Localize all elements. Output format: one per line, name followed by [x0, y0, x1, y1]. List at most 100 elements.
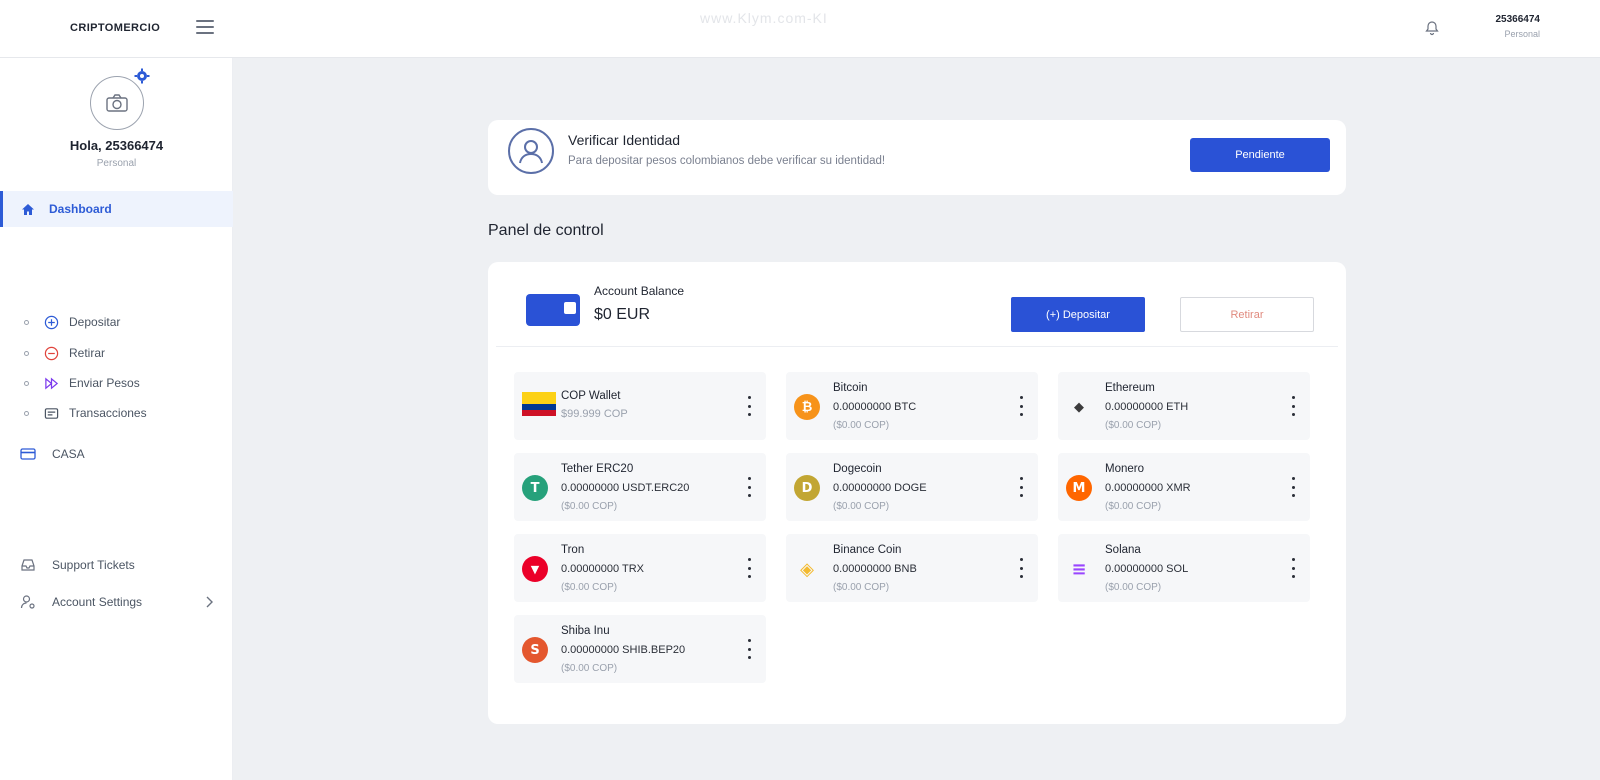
control-panel: Account Balance $0 EUR (+) Depositar Ret…: [488, 262, 1346, 724]
sidebar-item-depositar[interactable]: Depositar: [0, 309, 233, 335]
asset-balance: 0.00000000 SOL: [1105, 563, 1189, 575]
verify-title: Verificar Identidad: [568, 132, 681, 148]
asset-card-tron[interactable]: ▼ Tron 0.00000000 TRX ($0.00 COP): [514, 534, 766, 602]
sidebar-item-support-tickets[interactable]: Support Tickets: [0, 552, 233, 578]
asset-card-solana[interactable]: ≡ Solana 0.00000000 SOL ($0.00 COP): [1058, 534, 1310, 602]
more-options-icon[interactable]: [1288, 477, 1298, 497]
sidebar-item-label: CASA: [52, 447, 85, 461]
verify-identity-card: Verificar Identidad Para depositar pesos…: [488, 120, 1346, 195]
asset-name: Binance Coin: [833, 544, 902, 556]
sidebar-item-retirar[interactable]: Retirar: [0, 340, 233, 366]
asset-card-shiba-inu[interactable]: S Shiba Inu 0.00000000 SHIB.BEP20 ($0.00…: [514, 615, 766, 683]
more-options-icon[interactable]: [1016, 396, 1026, 416]
asset-balance: 0.00000000 BTC: [833, 401, 917, 413]
more-options-icon[interactable]: [1016, 558, 1026, 578]
asset-card-bitcoin[interactable]: ₿ Bitcoin 0.00000000 BTC ($0.00 COP): [786, 372, 1038, 440]
sidebar-item-enviar-pesos[interactable]: Enviar Pesos: [0, 370, 233, 396]
gear-icon[interactable]: [134, 68, 150, 84]
asset-card-binance-coin[interactable]: ◈ Binance Coin 0.00000000 BNB ($0.00 COP…: [786, 534, 1038, 602]
avatar[interactable]: [90, 76, 144, 130]
deposit-button[interactable]: (+) Depositar: [1011, 297, 1145, 332]
binance-icon: ◈: [800, 558, 814, 580]
asset-name: Monero: [1105, 463, 1144, 475]
sidebar-item-label: Support Tickets: [52, 558, 135, 572]
asset-name: Dogecoin: [833, 463, 882, 475]
withdraw-button[interactable]: Retirar: [1180, 297, 1314, 332]
asset-value: ($0.00 COP): [833, 420, 890, 431]
asset-balance: 0.00000000 XMR: [1105, 482, 1191, 494]
more-options-icon[interactable]: [1288, 558, 1298, 578]
menu-toggle-icon[interactable]: [196, 20, 214, 34]
asset-balance: 0.00000000 USDT.ERC20: [561, 482, 690, 494]
sidebar-item-transacciones[interactable]: Transacciones: [0, 400, 233, 426]
asset-balance: 0.00000000 SHIB.BEP20: [561, 644, 686, 656]
asset-name: Tron: [561, 544, 585, 556]
asset-balance: $99.999 COP: [561, 408, 628, 420]
asset-value: ($0.00 COP): [561, 501, 618, 512]
plus-circle-icon: [44, 315, 59, 329]
tether-icon: T: [522, 475, 548, 501]
asset-value: ($0.00 COP): [1105, 582, 1162, 593]
asset-value: ($0.00 COP): [561, 663, 618, 674]
sidebar-item-casa[interactable]: CASA: [0, 441, 233, 467]
brand-logo[interactable]: CRIPTOMERCIO: [70, 22, 160, 34]
more-options-icon[interactable]: [1288, 396, 1298, 416]
sidebar: Hola, 25366474 Personal Dashboard Deposi…: [0, 58, 233, 780]
asset-balance: 0.00000000 BNB: [833, 563, 917, 575]
user-profile-icon: [508, 128, 554, 174]
send-arrows-icon: [45, 377, 59, 389]
sidebar-item-label: Dashboard: [49, 202, 112, 216]
ethereum-icon: ◆: [1074, 399, 1084, 415]
bullet: [24, 410, 29, 416]
more-options-icon[interactable]: [744, 639, 754, 659]
balance-value: $0 EUR: [594, 306, 651, 323]
user-id: 25366474: [1495, 14, 1541, 25]
more-options-icon[interactable]: [744, 558, 754, 578]
asset-card-monero[interactable]: M Monero 0.00000000 XMR ($0.00 COP): [1058, 453, 1310, 521]
asset-value: ($0.00 COP): [833, 582, 890, 593]
balance-label: Account Balance: [594, 284, 685, 298]
asset-card-tether[interactable]: T Tether ERC20 0.00000000 USDT.ERC20 ($0…: [514, 453, 766, 521]
sidebar-item-label: Account Settings: [52, 595, 143, 609]
asset-value: ($0.00 COP): [1105, 501, 1162, 512]
more-options-icon[interactable]: [744, 477, 754, 497]
dogecoin-icon: D: [794, 475, 820, 501]
asset-balance: 0.00000000 DOGE: [833, 482, 927, 494]
tron-icon: ▼: [522, 556, 548, 582]
more-options-icon[interactable]: [744, 396, 754, 416]
asset-value: ($0.00 COP): [561, 582, 618, 593]
sidebar-item-label: Enviar Pesos: [69, 376, 140, 390]
user-role: Personal: [1504, 29, 1540, 39]
asset-balance: 0.00000000 ETH: [1105, 401, 1189, 413]
sidebar-item-account-settings[interactable]: Account Settings: [0, 589, 233, 615]
sidebar-item-label: Depositar: [69, 315, 121, 329]
shiba-inu-icon: S: [522, 637, 548, 663]
greeting: Hola, 25366474: [69, 138, 164, 153]
pending-button[interactable]: Pendiente: [1190, 138, 1330, 172]
sidebar-item-dashboard[interactable]: Dashboard: [0, 191, 233, 227]
asset-card-dogecoin[interactable]: D Dogecoin 0.00000000 DOGE ($0.00 COP): [786, 453, 1038, 521]
user-menu[interactable]: 25366474 Personal: [1496, 14, 1541, 39]
home-icon: [22, 203, 34, 215]
more-options-icon[interactable]: [1016, 477, 1026, 497]
asset-card-ethereum[interactable]: ◆ Ethereum 0.00000000 ETH ($0.00 COP): [1058, 372, 1310, 440]
asset-name: Solana: [1105, 544, 1141, 556]
page-title: Panel de control: [488, 222, 604, 239]
account-type: Personal: [96, 158, 137, 169]
asset-name: COP Wallet: [561, 390, 621, 402]
bullet: [24, 350, 29, 356]
monero-icon: M: [1066, 475, 1092, 501]
watermark-url: www.Klym.com-KI: [700, 10, 828, 26]
asset-card-cop-wallet[interactable]: COP Wallet $99.999 COP: [514, 372, 766, 440]
asset-name: Tether ERC20: [561, 463, 634, 475]
colombia-flag-icon: [522, 392, 556, 416]
verify-subtitle: Para depositar pesos colombianos debe ve…: [568, 155, 886, 167]
bullet: [24, 380, 29, 386]
sidebar-item-label: Retirar: [69, 346, 106, 360]
asset-name: Ethereum: [1105, 382, 1155, 394]
asset-balance: 0.00000000 TRX: [561, 563, 644, 575]
bell-icon[interactable]: [1424, 20, 1440, 36]
inbox-icon: [21, 559, 35, 571]
bitcoin-icon: ₿: [794, 394, 820, 420]
sidebar-item-label: Transacciones: [69, 406, 147, 420]
